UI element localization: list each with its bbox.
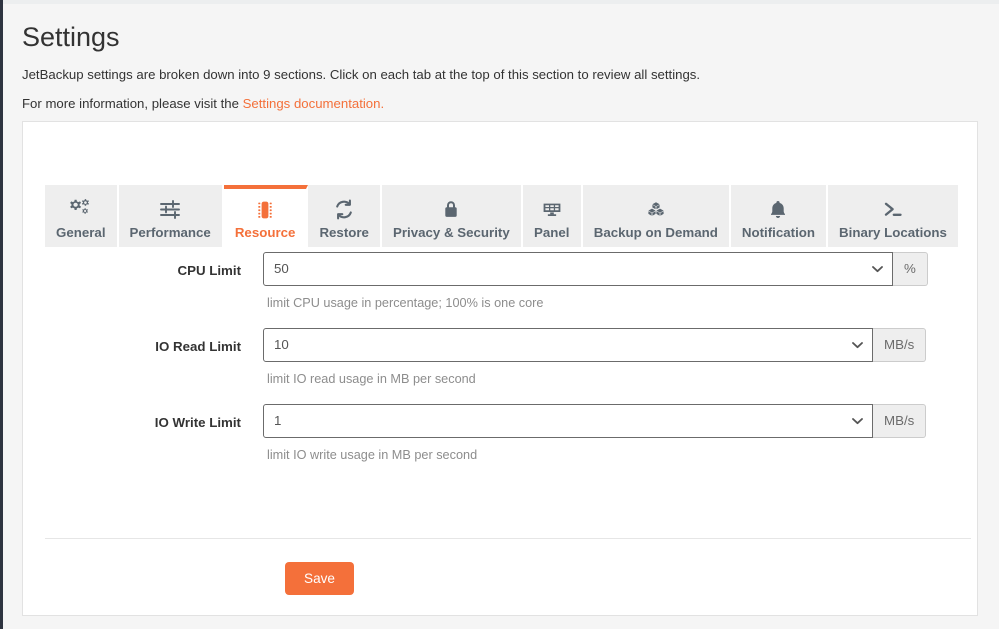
cubes-icon — [594, 199, 718, 221]
cpu-limit-select[interactable]: 50 — [263, 252, 893, 286]
field-wrap-io-read-limit: 10 MB/s limit IO read usage in MB per se… — [263, 328, 927, 386]
field-label-cpu-limit: CPU Limit — [177, 263, 241, 278]
tab-binary-locations[interactable]: Binary Locations — [828, 185, 958, 247]
tab-label-binary-locations: Binary Locations — [839, 225, 947, 240]
form-divider — [45, 538, 971, 539]
tab-panel[interactable]: Panel — [522, 185, 583, 247]
tab-label-notification: Notification — [741, 225, 816, 240]
chevron-down-icon — [852, 329, 863, 363]
field-label-io-read-limit: IO Read Limit — [155, 339, 241, 354]
tab-label-general: General — [56, 225, 106, 240]
tab-label-backup-on-demand: Backup on Demand — [593, 225, 718, 240]
settings-card: General Performance Resource Restore Pri… — [22, 121, 978, 616]
cpu-limit-value: 50 — [274, 261, 289, 276]
field-row-io-write-limit: IO Write Limit 1 MB/s limit IO write usa… — [23, 404, 979, 462]
io-read-limit-select[interactable]: 10 — [263, 328, 873, 362]
bell-icon — [742, 199, 815, 221]
chevron-down-icon — [872, 253, 883, 287]
sliders-icon — [130, 199, 211, 221]
settings-page: Settings JetBackup settings are broken d… — [3, 4, 999, 629]
field-help-cpu-limit: limit CPU usage in percentage; 100% is o… — [267, 296, 544, 310]
refresh-icon — [319, 199, 369, 221]
solar-panel-icon — [534, 199, 570, 221]
chevron-down-icon — [852, 405, 863, 439]
cpu-chip-icon — [235, 199, 296, 221]
input-group-io-read-limit: 10 MB/s — [263, 328, 927, 362]
settings-documentation-link[interactable]: Settings documentation. — [243, 96, 385, 111]
terminal-icon — [839, 199, 947, 221]
io-write-limit-select[interactable]: 1 — [263, 404, 873, 438]
tab-label-performance: Performance — [129, 225, 211, 240]
field-help-io-write-limit: limit IO write usage in MB per second — [267, 448, 478, 462]
field-row-io-read-limit: IO Read Limit 10 MB/s limit IO read usag… — [23, 328, 979, 386]
input-group-cpu-limit: 50 % — [263, 252, 928, 286]
page-title: Settings — [22, 22, 120, 52]
tab-label-resource: Resource — [234, 225, 296, 240]
io-write-limit-value: 1 — [274, 413, 282, 428]
settings-tab-bar: General Performance Resource Restore Pri… — [45, 185, 958, 247]
tab-general[interactable]: General — [45, 185, 119, 247]
field-label-io-write-limit: IO Write Limit — [154, 415, 241, 430]
io-write-limit-unit: MB/s — [873, 404, 927, 438]
io-read-limit-value: 10 — [274, 337, 289, 352]
tab-resource[interactable]: Resource — [223, 185, 309, 247]
tab-performance[interactable]: Performance — [118, 185, 224, 247]
tab-privacy-security[interactable]: Privacy & Security — [381, 185, 523, 247]
browser-top-strip — [0, 0, 999, 4]
tab-notification[interactable]: Notification — [730, 185, 829, 247]
field-row-cpu-limit: CPU Limit 50 % limit CPU usage in percen… — [23, 252, 979, 310]
tab-label-restore: Restore — [319, 225, 369, 240]
input-group-io-write-limit: 1 MB/s — [263, 404, 927, 438]
lock-icon — [393, 199, 510, 221]
intro-text-prefix: For more information, please visit the — [22, 96, 243, 111]
field-wrap-io-write-limit: 1 MB/s limit IO write usage in MB per se… — [263, 404, 927, 462]
gears-icon — [56, 199, 106, 221]
cpu-limit-unit: % — [893, 252, 928, 286]
intro-text-primary: JetBackup settings are broken down into … — [22, 67, 701, 82]
field-help-io-read-limit: limit IO read usage in MB per second — [267, 372, 476, 386]
intro-text-secondary: For more information, please visit the S… — [3, 96, 999, 111]
resource-settings-form: CPU Limit 50 % limit CPU usage in percen… — [23, 252, 979, 462]
tab-restore[interactable]: Restore — [308, 185, 382, 247]
tab-label-privacy-security: Privacy & Security — [392, 225, 510, 240]
field-wrap-cpu-limit: 50 % limit CPU usage in percentage; 100%… — [263, 252, 928, 310]
save-button[interactable]: Save — [285, 562, 354, 595]
io-read-limit-unit: MB/s — [873, 328, 927, 362]
save-button-wrap: Save — [285, 562, 354, 595]
tab-backup-on-demand[interactable]: Backup on Demand — [582, 185, 731, 247]
tab-label-panel: Panel — [534, 225, 570, 240]
browser-left-edge — [0, 0, 3, 629]
